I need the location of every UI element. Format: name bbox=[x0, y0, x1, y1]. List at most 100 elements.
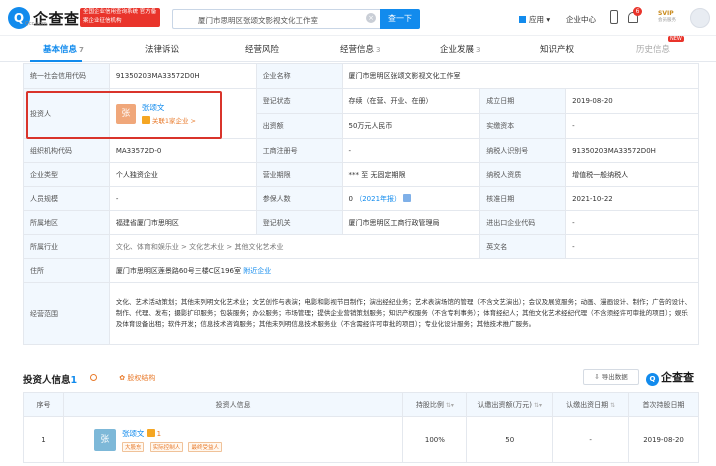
company-tabs: 基本信息 7 法律诉讼 经营风险 经营信息 3 企业发展 3 知识产权 历史信息 NE… bbox=[0, 36, 716, 62]
tab-ip[interactable]: 知识产权 bbox=[540, 43, 574, 55]
capital-value: 50万元人民币 bbox=[341, 113, 481, 139]
col-date-label: 认缴出资日期 bbox=[566, 400, 609, 409]
tab-label: 法律诉讼 bbox=[145, 45, 180, 55]
nearby-companies-link[interactable]: 附近企业 bbox=[243, 267, 271, 275]
region-value: 福建省厦门市思明区 bbox=[108, 210, 257, 235]
authority-label: 登记机关 bbox=[255, 210, 343, 235]
company-name-label: 企业名称 bbox=[255, 63, 343, 89]
col-amount-label: 认缴出资额(万元) bbox=[477, 400, 532, 409]
col-investor: 投资人信息 bbox=[62, 392, 404, 417]
tab-history[interactable]: 历史信息 bbox=[636, 43, 670, 55]
approve-date-value: 2021-10-22 bbox=[565, 186, 699, 211]
export-data-button[interactable]: ⇩ 导出数据 bbox=[583, 369, 639, 385]
staff-size-value: - bbox=[108, 186, 257, 211]
row-date: - bbox=[552, 416, 630, 463]
phone-icon[interactable] bbox=[610, 10, 618, 24]
info-icon[interactable] bbox=[90, 374, 97, 381]
tab-label: 经营信息 bbox=[340, 45, 375, 55]
investor-highlight-box bbox=[26, 91, 222, 139]
insured-cell: 0 （2021年报） bbox=[341, 186, 481, 211]
investor-name-link[interactable]: 张颂文 bbox=[122, 429, 145, 438]
address-label: 住所 bbox=[23, 258, 110, 283]
tab-basic-info[interactable]: 基本信息 7 bbox=[43, 43, 84, 55]
svip-label: SVIP bbox=[658, 10, 674, 17]
equity-structure-link[interactable]: ✿ 股权结构 bbox=[119, 374, 155, 382]
tab-label: 基本信息 bbox=[43, 45, 78, 55]
search-input[interactable]: 厦门市思明区张颂文影视文化工作室 bbox=[172, 9, 380, 29]
org-code-value: MA33572D-0 bbox=[108, 138, 257, 163]
sort-filter-icon[interactable]: ⇅▾ bbox=[446, 402, 454, 409]
biz-reg-value: - bbox=[341, 138, 481, 163]
notification-badge: 6 bbox=[633, 7, 642, 16]
tab-label: 企业发展 bbox=[440, 45, 475, 55]
tax-qual-value: 增值税一般纳税人 bbox=[565, 162, 699, 187]
tab-count: 3 bbox=[476, 46, 481, 54]
nav-app-label: 应用 bbox=[529, 15, 544, 24]
staff-size-label: 人员规模 bbox=[23, 186, 110, 211]
credit-code-value: 91350203MA33572D0H bbox=[108, 63, 257, 89]
col-amount[interactable]: 认缴出资额(万元) ⇅▾ bbox=[466, 392, 554, 417]
row-investor-cell: 张 张颂文 1 大股东 实际控制人 最终受益人 bbox=[62, 416, 404, 463]
investor-count: 1 bbox=[70, 375, 78, 386]
en-name-label: 英文名 bbox=[479, 234, 567, 259]
table-row: 1 张 张颂文 1 大股东 实际控制人 最终受益人 100% 50 - 2019… bbox=[23, 416, 699, 463]
new-badge: NEW bbox=[668, 36, 684, 42]
tab-label: 历史信息 bbox=[636, 45, 671, 55]
col-date[interactable]: 认缴出资日期 ⇅ bbox=[552, 392, 630, 417]
top-header: Q 企查查 Qcc.com 全国企业信用查询系统 官方备案企业征信机构 厦门市思… bbox=[0, 0, 716, 36]
paid-capital-value: - bbox=[565, 113, 699, 139]
scope-value: 文化、艺术活动策划；其他未列明文化艺术业；文艺创作与表演；电影和影视节目制作；演… bbox=[108, 282, 700, 345]
investor-avatar[interactable]: 张 bbox=[93, 428, 116, 451]
tag-ultimate-beneficiary[interactable]: 最终受益人 bbox=[188, 441, 222, 452]
scope-label: 经营范围 bbox=[23, 282, 110, 345]
row-ratio: 100% bbox=[402, 416, 468, 463]
est-date-value: 2019-08-20 bbox=[565, 88, 699, 114]
tag-major-shareholder: 大股东 bbox=[121, 441, 145, 452]
col-ratio[interactable]: 持股比例 ⇅▾ bbox=[402, 392, 468, 417]
tag-actual-controller[interactable]: 实际控制人 bbox=[149, 441, 184, 452]
active-tab-indicator bbox=[30, 60, 82, 62]
row-amount: 50 bbox=[466, 416, 554, 463]
industry-label: 所属行业 bbox=[23, 234, 110, 259]
clear-search-icon[interactable]: × bbox=[366, 13, 376, 23]
relation-count[interactable]: 1 bbox=[157, 430, 161, 438]
biz-term-label: 营业期限 bbox=[255, 162, 343, 187]
svip-button[interactable]: SVIP 会员服务 bbox=[658, 10, 676, 24]
tab-risk[interactable]: 经营风险 bbox=[245, 43, 279, 55]
row-first-date: 2019-08-20 bbox=[628, 416, 699, 463]
taxpayer-id-value: 91350203MA33572D0H bbox=[565, 138, 699, 163]
annual-report-link[interactable]: （2021年报） bbox=[355, 195, 401, 203]
sort-filter-icon[interactable]: ⇅▾ bbox=[534, 402, 542, 409]
official-tagline: 全国企业信用查询系统 官方备案企业征信机构 bbox=[80, 8, 160, 27]
col-first-date: 首次持股日期 bbox=[628, 392, 699, 417]
user-avatar[interactable] bbox=[690, 8, 710, 28]
insured-value: 0 bbox=[348, 194, 353, 203]
col-index: 序号 bbox=[23, 392, 64, 417]
ie-code-value: - bbox=[565, 210, 699, 235]
nav-enterprise-center[interactable]: 企业中心 bbox=[566, 14, 596, 25]
tab-development[interactable]: 企业发展 3 bbox=[440, 43, 480, 55]
qcc-watermark-logo: Q 企查查 bbox=[646, 369, 694, 386]
capital-label: 出资额 bbox=[255, 113, 343, 139]
credit-code-label: 统一社会信用代码 bbox=[23, 63, 110, 89]
tab-legal[interactable]: 法律诉讼 bbox=[145, 43, 179, 55]
tab-label: 知识产权 bbox=[540, 45, 575, 55]
est-date-label: 成立日期 bbox=[479, 88, 567, 114]
reg-status-label: 登记状态 bbox=[255, 88, 343, 114]
tab-count: 3 bbox=[376, 46, 381, 54]
company-type-label: 企业类型 bbox=[23, 162, 110, 187]
sort-icon[interactable]: ⇅ bbox=[610, 402, 615, 409]
related-icon bbox=[146, 428, 155, 437]
section-tools: ✿ 股权结构 bbox=[90, 373, 155, 383]
address-value: 厦门市思明区莲景路60号三楼C区196室 bbox=[115, 266, 241, 275]
export-label: 导出数据 bbox=[601, 373, 628, 381]
taxpayer-id-label: 纳税人识别号 bbox=[479, 138, 567, 163]
address-cell: 厦门市思明区莲景路60号三楼C区196室 附近企业 bbox=[108, 258, 700, 283]
reg-status-value: 存续（在营、开业、在册） bbox=[341, 88, 481, 114]
chart-icon[interactable] bbox=[403, 193, 412, 202]
nav-app-menu[interactable]: 应用 ▾ bbox=[519, 14, 550, 25]
search-button[interactable]: 查一下 bbox=[380, 9, 420, 29]
tab-business[interactable]: 经营信息 3 bbox=[340, 43, 380, 55]
tab-count: 7 bbox=[79, 46, 84, 54]
tab-label: 经营风险 bbox=[245, 45, 280, 55]
